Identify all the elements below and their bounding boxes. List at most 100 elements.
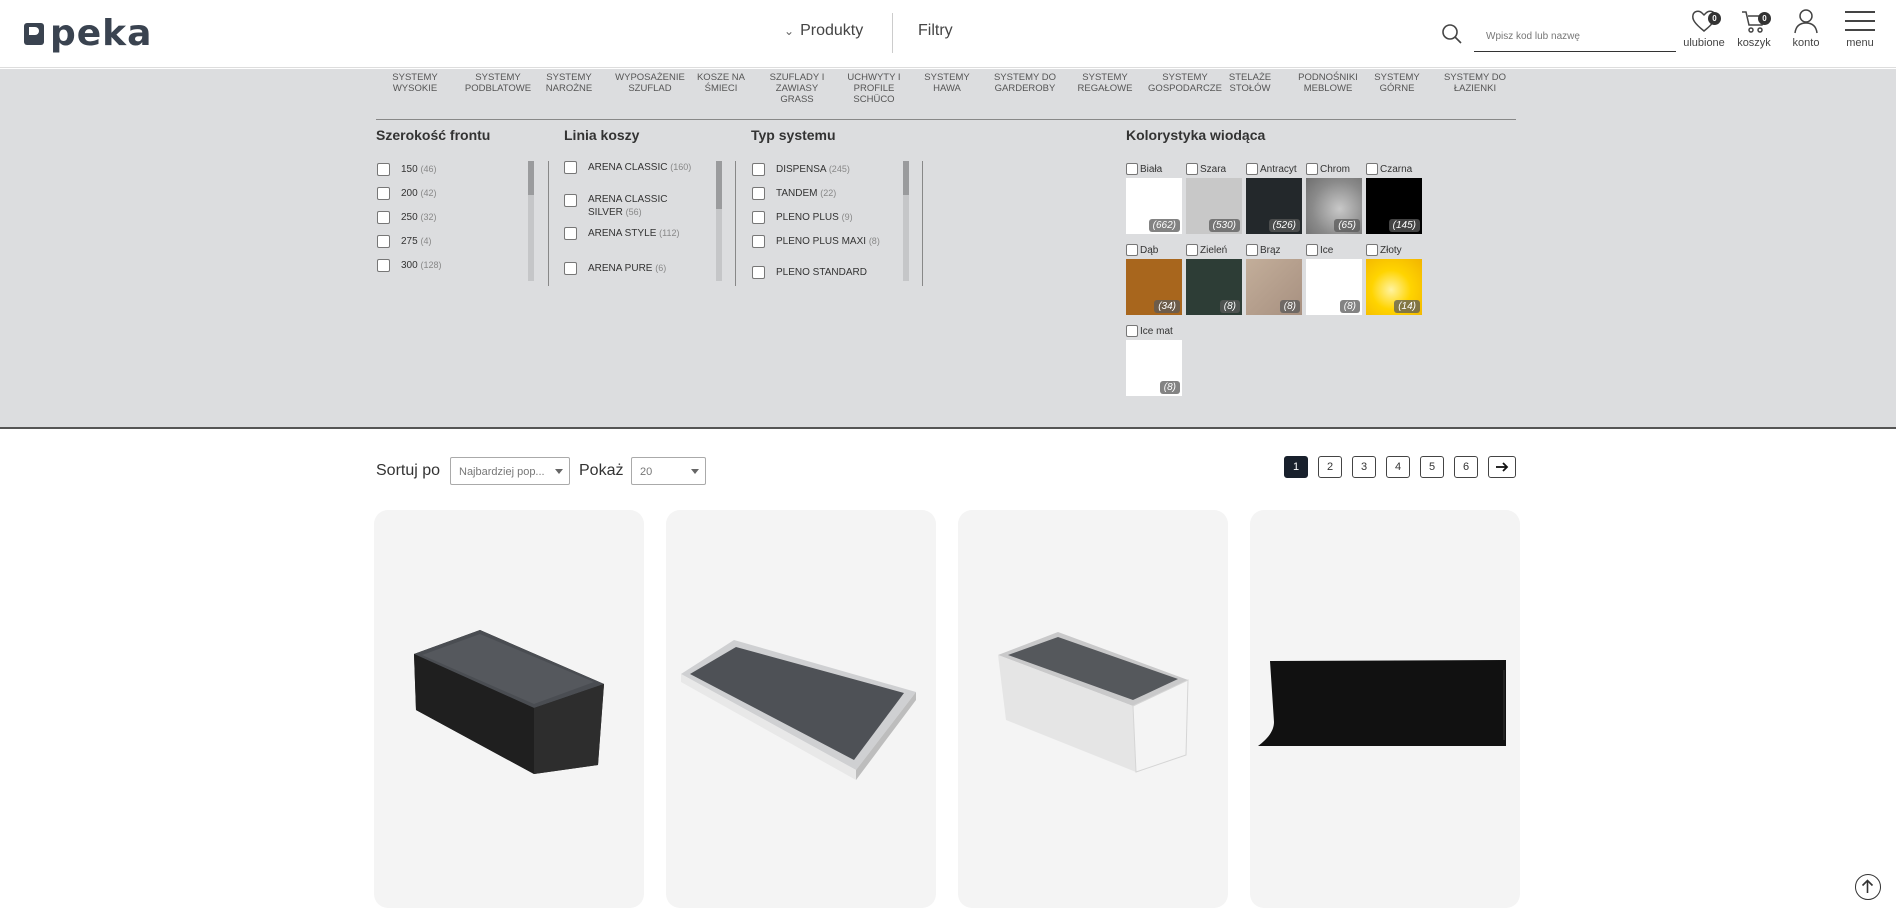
category-item[interactable]: SYSTEMY DO ŁAZIENKI xyxy=(1438,72,1512,94)
category-item[interactable]: SYSTEMY NAROŻNE xyxy=(539,72,599,94)
search-input[interactable] xyxy=(1474,22,1676,52)
filter-checkbox[interactable] xyxy=(752,187,765,200)
nav-produkty[interactable]: ⌄ Produkty xyxy=(784,22,863,40)
page-button[interactable]: 3 xyxy=(1352,456,1376,478)
category-item[interactable]: SYSTEMY GÓRNE xyxy=(1370,72,1424,94)
color-swatch[interactable]: (14) xyxy=(1366,259,1422,315)
category-item[interactable]: SYSTEMY REGAŁOWE xyxy=(1076,72,1134,94)
category-item[interactable]: SYSTEMY HAWA xyxy=(918,72,976,94)
page-button[interactable]: 5 xyxy=(1420,456,1444,478)
color-swatch[interactable]: (65) xyxy=(1306,178,1362,234)
filter-checkbox[interactable] xyxy=(564,227,577,240)
filter-option[interactable]: ARENA STYLE (112) xyxy=(564,227,700,240)
category-item[interactable]: SYSTEMY PODBLATOWE xyxy=(463,72,533,94)
color-checkbox[interactable] xyxy=(1126,325,1138,337)
scroll-thumb[interactable] xyxy=(903,161,909,195)
filter-checkbox[interactable] xyxy=(377,235,390,248)
filter-option[interactable]: 300 (128) xyxy=(377,259,513,272)
filter-option[interactable]: TANDEM (22) xyxy=(752,187,888,200)
color-swatch[interactable]: (530) xyxy=(1186,178,1242,234)
page-button[interactable]: 4 xyxy=(1386,456,1410,478)
color-swatch[interactable]: (8) xyxy=(1306,259,1362,315)
filter-checkbox[interactable] xyxy=(377,163,390,176)
filter-system-scrollbar[interactable] xyxy=(903,161,909,281)
color-option[interactable]: Dąb (34) xyxy=(1126,243,1184,315)
color-checkbox[interactable] xyxy=(1186,244,1198,256)
favorites-button[interactable]: 0 ulubione xyxy=(1676,8,1732,58)
filter-line-scrollbar[interactable] xyxy=(716,161,722,281)
color-checkbox[interactable] xyxy=(1126,244,1138,256)
scroll-thumb[interactable] xyxy=(528,161,534,195)
filter-checkbox[interactable] xyxy=(377,187,390,200)
color-option[interactable]: Biała (662) xyxy=(1126,162,1184,234)
color-swatch[interactable]: (145) xyxy=(1366,178,1422,234)
color-checkbox[interactable] xyxy=(1246,244,1258,256)
filter-option[interactable]: PLENO PLUS MAXI (8) xyxy=(752,235,888,248)
product-card[interactable] xyxy=(1250,510,1520,908)
color-swatch[interactable]: (526) xyxy=(1246,178,1302,234)
color-checkbox[interactable] xyxy=(1366,244,1378,256)
filter-checkbox[interactable] xyxy=(752,235,765,248)
color-checkbox[interactable] xyxy=(1306,244,1318,256)
category-item[interactable]: STELAŻE STOŁÓW xyxy=(1226,72,1274,94)
color-option[interactable]: Szara (530) xyxy=(1186,162,1244,234)
filter-option[interactable]: ARENA CLASSIC (160) xyxy=(564,161,700,174)
per-page-select[interactable]: 20 xyxy=(631,457,706,485)
filter-option[interactable]: ARENA CLASSIC SILVER (56) xyxy=(564,194,700,219)
category-item[interactable]: SYSTEMY WYSOKIE xyxy=(374,72,456,94)
scroll-thumb[interactable] xyxy=(716,161,722,209)
next-page-button[interactable] xyxy=(1488,456,1516,478)
sort-select[interactable]: Najbardziej pop... xyxy=(450,457,570,485)
filter-option[interactable]: ARENA PURE (6) xyxy=(564,262,700,275)
peka-logo[interactable]: peka xyxy=(24,14,152,54)
color-option[interactable]: Złoty (14) xyxy=(1366,243,1424,315)
filter-option[interactable]: 250 (32) xyxy=(377,211,513,224)
color-checkbox[interactable] xyxy=(1366,163,1378,175)
search-icon[interactable] xyxy=(1440,22,1464,46)
category-item[interactable]: UCHWYTY I PROFILE SCHÜCO xyxy=(841,72,907,105)
filter-checkbox[interactable] xyxy=(752,211,765,224)
filter-option[interactable]: 275 (4) xyxy=(377,235,513,248)
menu-button[interactable]: menu xyxy=(1832,8,1888,58)
color-option[interactable]: Ice (8) xyxy=(1306,243,1364,315)
color-checkbox[interactable] xyxy=(1246,163,1258,175)
color-option[interactable]: Ice mat (8) xyxy=(1126,324,1184,396)
nav-filtry[interactable]: Filtry xyxy=(918,22,953,40)
filter-checkbox[interactable] xyxy=(377,211,390,224)
color-swatch[interactable]: (34) xyxy=(1126,259,1182,315)
color-option[interactable]: Brąz (8) xyxy=(1246,243,1304,315)
category-item[interactable]: WYPOSAŻENIE SZUFLAD xyxy=(612,72,688,94)
filter-checkbox[interactable] xyxy=(564,161,577,174)
color-checkbox[interactable] xyxy=(1306,163,1318,175)
color-swatch[interactable]: (8) xyxy=(1186,259,1242,315)
filter-checkbox[interactable] xyxy=(752,266,765,279)
product-card[interactable] xyxy=(666,510,936,908)
product-card[interactable] xyxy=(958,510,1228,908)
page-button[interactable]: 2 xyxy=(1318,456,1342,478)
category-item[interactable]: PODNOŚNIKI MEBLOWE xyxy=(1291,72,1365,94)
category-item[interactable]: KOSZE NA ŚMIECI xyxy=(692,72,750,94)
filter-checkbox[interactable] xyxy=(752,163,765,176)
color-option[interactable]: Czarna (145) xyxy=(1366,162,1424,234)
color-swatch[interactable]: (662) xyxy=(1126,178,1182,234)
filter-checkbox[interactable] xyxy=(564,262,577,275)
category-item[interactable]: SYSTEMY DO GARDEROBY xyxy=(987,72,1063,94)
color-swatch[interactable]: (8) xyxy=(1126,340,1182,396)
category-item[interactable]: SZUFLADY I ZAWIASY GRASS xyxy=(764,72,830,105)
account-button[interactable]: konto xyxy=(1778,8,1834,58)
filter-option[interactable]: 150 (46) xyxy=(377,163,513,176)
category-item[interactable]: SYSTEMY GOSPODARCZE xyxy=(1146,72,1224,94)
cart-button[interactable]: 0 koszyk xyxy=(1726,8,1782,58)
color-checkbox[interactable] xyxy=(1126,163,1138,175)
color-checkbox[interactable] xyxy=(1186,163,1198,175)
scroll-to-top-button[interactable] xyxy=(1855,874,1881,900)
color-swatch[interactable]: (8) xyxy=(1246,259,1302,315)
filter-checkbox[interactable] xyxy=(377,259,390,272)
filter-option[interactable]: DISPENSA (245) xyxy=(752,163,888,176)
page-button[interactable]: 6 xyxy=(1454,456,1478,478)
filter-option[interactable]: 200 (42) xyxy=(377,187,513,200)
color-option[interactable]: Zieleń (8) xyxy=(1186,243,1244,315)
filter-option[interactable]: PLENO PLUS (9) xyxy=(752,211,888,224)
filter-width-scrollbar[interactable] xyxy=(528,161,534,281)
page-button[interactable]: 1 xyxy=(1284,456,1308,478)
